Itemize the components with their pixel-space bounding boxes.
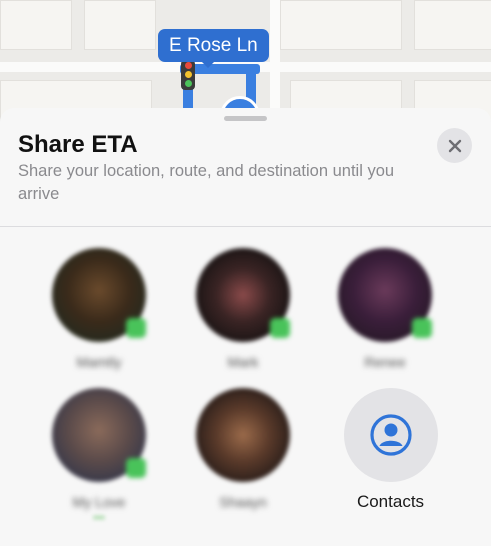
street-label: E Rose Ln [158,29,269,68]
divider [0,226,491,227]
contact-subtext: ••• [93,512,105,524]
share-eta-sheet: Share ETA Share your location, route, an… [0,108,491,546]
map-block [84,0,156,50]
sheet-title: Share ETA [18,131,138,158]
contacts-label: Contacts [356,492,425,511]
sheet-grabber[interactable] [224,116,267,121]
messages-icon [126,458,146,478]
messages-icon [126,318,146,338]
contact-tile[interactable]: My Love ••• [44,388,154,524]
traffic-light-icon [181,60,195,90]
close-button[interactable] [437,128,472,163]
contact-tile[interactable]: Renee [330,248,440,370]
messages-icon [270,318,290,338]
contact-name: Shaayn [219,494,267,510]
messages-icon [412,318,432,338]
map-block [414,0,491,50]
contact-name: My Love [72,494,126,510]
contact-tile[interactable]: Mark [188,248,298,370]
avatar [52,388,146,482]
contact-name: Mamtly [76,354,122,370]
close-icon [448,139,461,152]
sheet-subtitle: Share your location, route, and destinat… [18,162,395,203]
contact-tile[interactable]: Shaayn [188,388,298,510]
avatar [52,248,146,342]
contacts-button[interactable]: Contacts [338,388,443,512]
map-block [0,0,72,50]
avatar [196,248,290,342]
contact-name: Mark [227,354,259,370]
person-circle-icon [369,414,412,456]
avatar [338,248,432,342]
contacts-circle [343,388,438,482]
avatar [196,388,290,482]
map-block [280,0,402,50]
contact-name: Renee [364,354,406,370]
contact-tile[interactable]: Mamtly [44,248,154,370]
